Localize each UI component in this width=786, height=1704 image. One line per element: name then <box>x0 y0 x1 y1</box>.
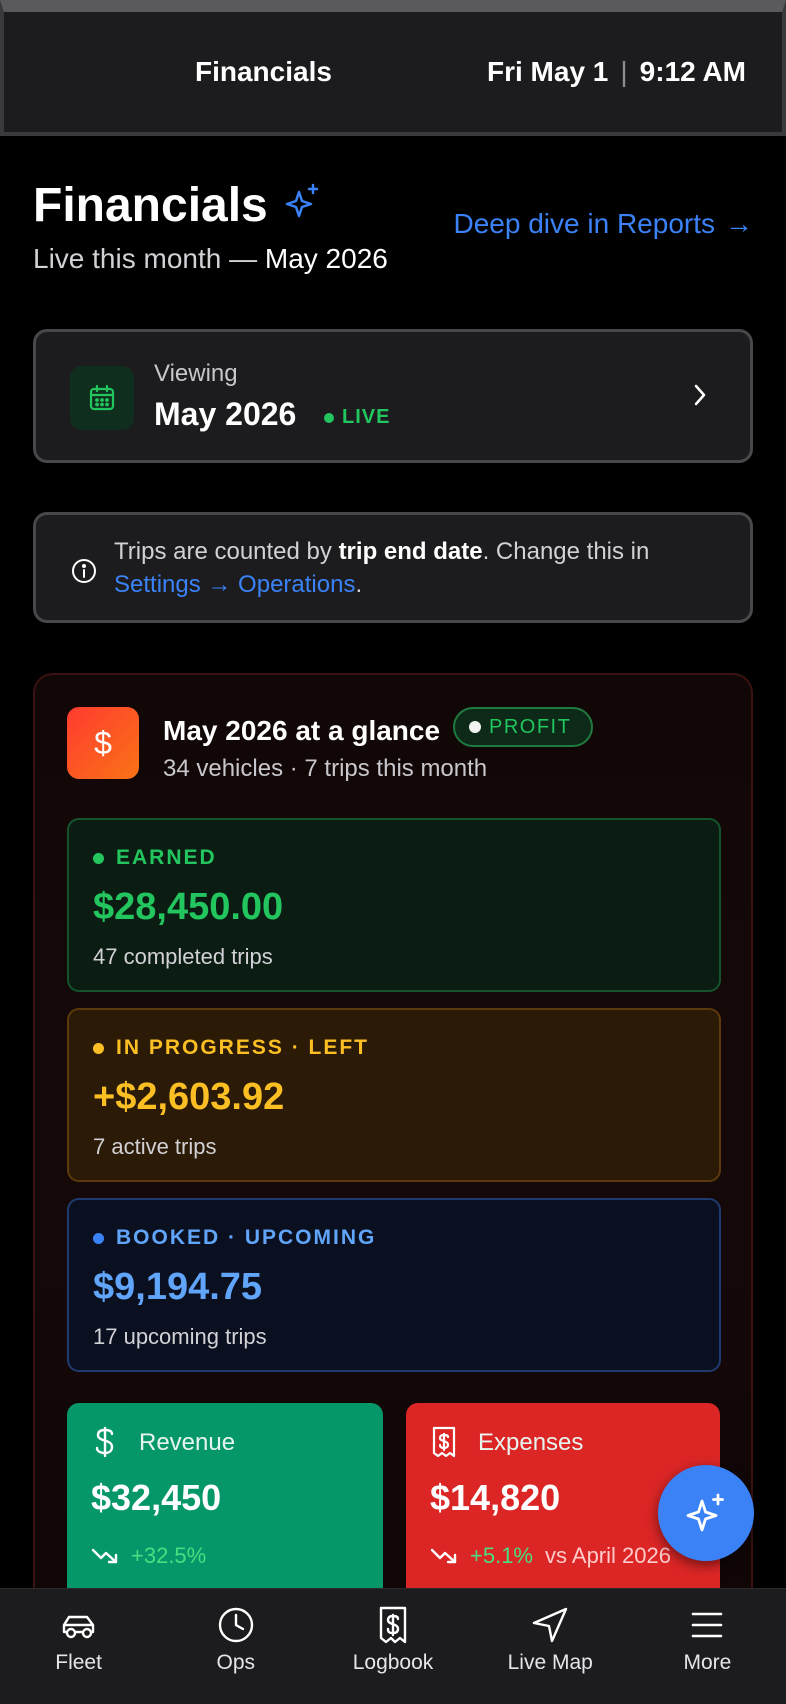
nav-item-ops[interactable]: Ops <box>157 1589 314 1704</box>
nav-item-logbook[interactable]: Logbook <box>314 1589 471 1704</box>
clock-icon <box>218 1607 253 1643</box>
nav-item-label: More <box>683 1651 732 1674</box>
booked-label: BOOKED · UPCOMING <box>93 1226 376 1250</box>
receipt-icon <box>379 1606 407 1644</box>
earned-card[interactable]: EARNED $28,450.00 47 completed trips <box>67 818 721 992</box>
subtitle-month: May 2026 <box>264 243 388 274</box>
expenses-trend: +5.1% vs April 2026 <box>430 1543 671 1569</box>
ai-assistant-button[interactable] <box>658 1465 754 1561</box>
revenue-change: +32.5% <box>131 1543 207 1568</box>
subtitle-prefix: Live this month — <box>33 243 265 274</box>
chevron-right-icon <box>694 384 706 406</box>
status-dot-icon <box>93 1232 104 1244</box>
earned-note: 47 completed trips <box>93 944 273 969</box>
revenue-amount: $32,450 <box>91 1477 222 1518</box>
live-label: LIVE <box>342 406 391 428</box>
info-text-bold: trip end date <box>338 538 483 565</box>
nav-item-label: Ops <box>216 1651 256 1674</box>
expenses-change: +5.1% <box>470 1543 533 1568</box>
navigation-icon <box>533 1607 568 1643</box>
menu-icon <box>692 1612 723 1638</box>
nav-item-label: Fleet <box>55 1651 102 1674</box>
info-text-part: . <box>355 571 363 598</box>
info-banner: Trips are counted by trip end date. Chan… <box>33 512 753 623</box>
status-dot-icon <box>93 1042 104 1054</box>
arrow-right-icon: → <box>725 208 753 239</box>
dollar-sign-icon <box>95 1426 114 1458</box>
glance-subtitle: 34 vehicles · 7 trips this month <box>163 755 488 782</box>
expenses-label: Expenses <box>478 1429 584 1456</box>
info-icon <box>72 559 96 583</box>
revenue-card[interactable]: Revenue $32,450 +32.5% <box>67 1403 383 1603</box>
nav-item-live-map[interactable]: Live Map <box>472 1589 629 1704</box>
reports-link-label: Deep dive in Reports <box>453 208 715 239</box>
sparkle-icon[interactable] <box>283 182 323 222</box>
viewing-month: May 2026 <box>154 396 297 432</box>
reports-link[interactable]: Deep dive in Reports → <box>454 208 753 240</box>
revenue-trend: +32.5% <box>91 1543 206 1569</box>
glance-title: May 2026 at a glance <box>163 715 441 746</box>
booked-card[interactable]: BOOKED · UPCOMING $9,194.75 17 upcoming … <box>67 1198 721 1372</box>
earned-amount: $28,450.00 <box>93 886 284 928</box>
calendar-icon <box>70 366 134 430</box>
in-progress-label: IN PROGRESS · LEFT <box>93 1036 369 1060</box>
in-progress-card[interactable]: IN PROGRESS · LEFT +$2,603.92 7 active t… <box>67 1008 721 1182</box>
month-selector[interactable]: Viewing May 2026 LIVE <box>33 329 753 463</box>
earned-label-text: EARNED <box>116 846 217 869</box>
profit-badge-label: PROFIT <box>489 715 572 738</box>
receipt-icon <box>432 1426 456 1458</box>
page-title: Financials <box>33 179 268 232</box>
booked-note: 17 upcoming trips <box>93 1324 267 1349</box>
live-badge: LIVE <box>324 406 390 429</box>
nav-item-label: Live Map <box>507 1651 593 1674</box>
topbar-date: Fri May 1 <box>487 56 609 87</box>
in-progress-label-text: IN PROGRESS · LEFT <box>116 1036 370 1059</box>
status-dot-icon <box>93 852 104 864</box>
info-text-part: . Change this in <box>482 538 650 565</box>
nav-item-fleet[interactable]: Fleet <box>0 1589 157 1704</box>
page-header: Financials Live this month — May 2026 De… <box>33 178 753 275</box>
revenue-label: Revenue <box>139 1429 236 1456</box>
topbar-title: Financials <box>195 56 332 87</box>
glance-card: $ May 2026 at a glance PROFIT 34 vehicle… <box>33 673 753 1704</box>
in-progress-note: 7 active trips <box>93 1134 217 1159</box>
topbar-separator: | <box>620 56 628 87</box>
booked-amount: $9,194.75 <box>93 1266 263 1308</box>
profit-badge: PROFIT <box>453 707 594 747</box>
earned-label: EARNED <box>93 846 217 870</box>
trending-down-icon <box>430 1548 457 1564</box>
live-dot-icon <box>324 412 334 423</box>
in-progress-amount: +$2,603.92 <box>93 1076 285 1118</box>
trending-down-icon <box>91 1548 118 1564</box>
sparkle-icon <box>686 1493 724 1532</box>
info-text-part: Trips are counted by <box>114 538 339 565</box>
topbar-time: 9:12 AM <box>639 56 746 87</box>
expenses-compare: vs April 2026 <box>545 1543 671 1568</box>
topbar-clock: Fri May 1 | 9:12 AM <box>487 56 746 88</box>
booked-label-text: BOOKED · UPCOMING <box>116 1226 377 1249</box>
settings-operations-link[interactable]: Settings → Operations <box>114 571 355 598</box>
dollar-icon: $ <box>67 707 139 779</box>
expenses-amount: $14,820 <box>430 1477 561 1518</box>
car-icon <box>62 1615 94 1639</box>
nav-item-more[interactable]: More <box>629 1589 786 1704</box>
top-status-bar: Financials Fri May 1 | 9:12 AM <box>0 0 786 136</box>
viewing-label: Viewing <box>154 360 238 387</box>
badge-dot-icon <box>469 721 481 733</box>
nav-item-label: Logbook <box>352 1651 434 1674</box>
info-text: Trips are counted by trip end date. Chan… <box>114 535 714 601</box>
bottom-nav: Fleet Ops Logbook Live Map More <box>0 1588 786 1704</box>
page-subtitle: Live this month — May 2026 <box>33 243 753 275</box>
